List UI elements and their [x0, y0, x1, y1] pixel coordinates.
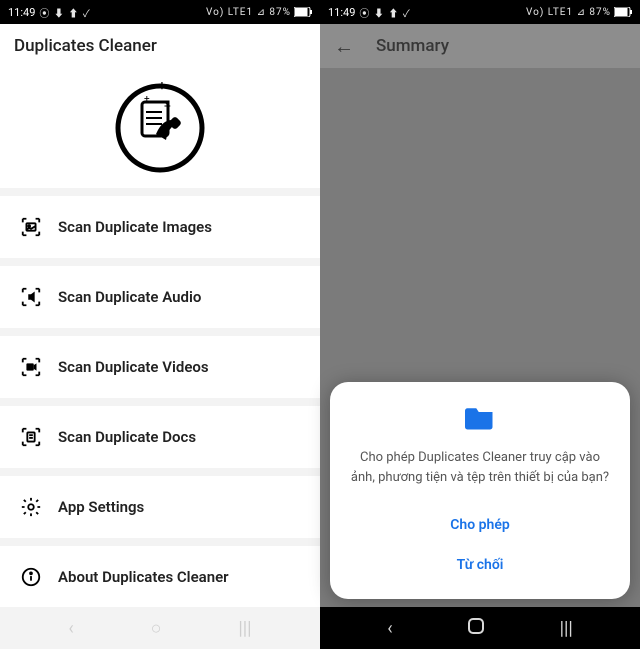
menu-label: Scan Duplicate Videos — [58, 358, 209, 376]
battery-icon — [294, 7, 312, 17]
menu-scan-images[interactable]: Scan Duplicate Images — [0, 196, 320, 258]
nav-home[interactable] — [467, 617, 485, 640]
status-left-icons: ⦿ ⬇ ⬆ ✓ — [39, 5, 90, 20]
menu-about[interactable]: About Duplicates Cleaner — [0, 546, 320, 608]
status-left-icons: ⦿ ⬇ ⬆ ✓ — [359, 5, 410, 20]
scan-docs-icon — [20, 426, 42, 448]
screen-main: 11:49 ⦿ ⬇ ⬆ ✓ Vo) LTE1 ⊿ 87% Duplicates … — [0, 0, 320, 649]
permission-text: Cho phép Duplicates Cleaner truy cập vào… — [350, 448, 610, 487]
status-bar: 11:49 ⦿ ⬇ ⬆ ✓ Vo) LTE1 ⊿ 87% — [320, 0, 640, 24]
menu-label: Scan Duplicate Audio — [58, 288, 201, 306]
app-bar-summary: ← Summary — [320, 24, 640, 68]
sparkles-icon: + + + — [140, 76, 240, 180]
status-right: Vo) LTE1 ⊿ 87% — [206, 7, 291, 18]
svg-text:+: + — [164, 99, 171, 113]
screen-permission: 11:49 ⦿ ⬇ ⬆ ✓ Vo) LTE1 ⊿ 87% ← Summary C… — [320, 0, 640, 649]
nav-recents[interactable]: ||| — [238, 618, 251, 639]
menu-scan-audio[interactable]: Scan Duplicate Audio — [0, 266, 320, 328]
battery-icon — [614, 7, 632, 17]
menu-label: App Settings — [58, 498, 144, 516]
nav-bar: ‹ ||| — [320, 607, 640, 649]
menu-list: Scan Duplicate Images Scan Duplicate Aud… — [0, 188, 320, 608]
scan-audio-icon — [20, 286, 42, 308]
nav-bar: ‹ ○ ||| — [0, 607, 320, 649]
menu-label: Scan Duplicate Images — [58, 218, 212, 236]
menu-scan-videos[interactable]: Scan Duplicate Videos — [0, 336, 320, 398]
svg-text:+: + — [158, 78, 166, 94]
scan-image-icon — [20, 216, 42, 238]
status-right: Vo) LTE1 ⊿ 87% — [526, 7, 611, 18]
app-bar: Duplicates Cleaner — [0, 24, 320, 68]
nav-recents[interactable]: ||| — [560, 618, 573, 639]
scan-video-icon — [20, 356, 42, 378]
nav-back[interactable]: ‹ — [387, 618, 392, 639]
folder-icon — [465, 404, 495, 434]
deny-button[interactable]: Từ chối — [350, 545, 610, 585]
nav-home[interactable]: ○ — [151, 618, 162, 639]
summary-title: Summary — [376, 36, 449, 56]
permission-dialog: Cho phép Duplicates Cleaner truy cập vào… — [330, 382, 630, 599]
status-time: 11:49 — [8, 6, 35, 19]
back-arrow-icon[interactable]: ← — [334, 34, 354, 59]
nav-back[interactable]: ‹ — [68, 618, 73, 639]
gear-icon — [20, 496, 42, 518]
status-time: 11:49 — [328, 6, 355, 19]
hero-logo: + + + — [0, 68, 320, 188]
menu-app-settings[interactable]: App Settings — [0, 476, 320, 538]
app-title: Duplicates Cleaner — [14, 36, 157, 56]
info-icon — [20, 566, 42, 588]
menu-scan-docs[interactable]: Scan Duplicate Docs — [0, 406, 320, 468]
menu-label: About Duplicates Cleaner — [58, 568, 229, 586]
svg-text:+: + — [144, 94, 150, 105]
status-bar: 11:49 ⦿ ⬇ ⬆ ✓ Vo) LTE1 ⊿ 87% — [0, 0, 320, 24]
menu-label: Scan Duplicate Docs — [58, 428, 196, 446]
allow-button[interactable]: Cho phép — [350, 505, 610, 545]
